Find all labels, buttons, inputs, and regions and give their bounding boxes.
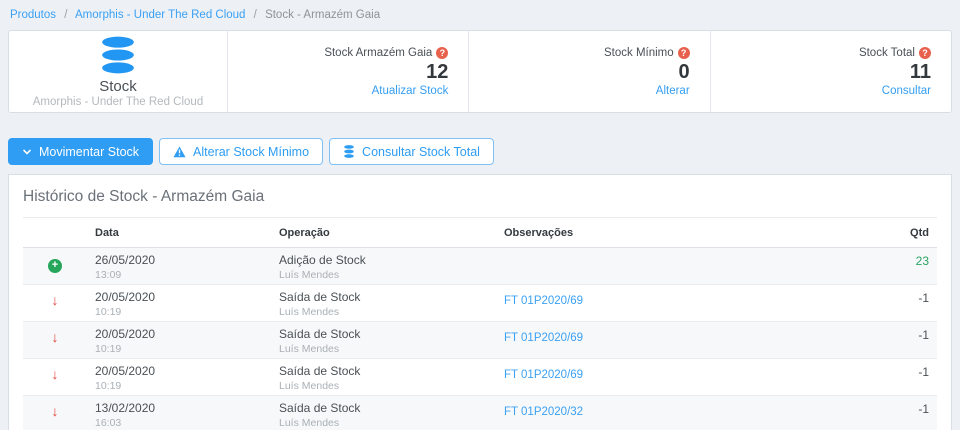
button-label: Alterar Stock Mínimo xyxy=(193,145,309,159)
stat-label: Stock Mínimo ? xyxy=(604,47,690,59)
stat-stock-total: Stock Total ? 11 Consultar xyxy=(710,31,951,112)
consultar-link[interactable]: Consultar xyxy=(882,85,931,97)
row-qty: -1 xyxy=(873,396,937,430)
history-table: Data Operação Observações Qtd + 26/05/20… xyxy=(23,218,937,430)
breadcrumb-separator: / xyxy=(254,9,257,21)
arrow-down-icon: ↓ xyxy=(52,403,59,419)
row-operation: Saída de Stock xyxy=(279,400,488,415)
row-time: 10:19 xyxy=(95,343,263,355)
history-panel: Histórico de Stock - Armazém Gaia Data O… xyxy=(8,174,952,430)
stat-value: 11 xyxy=(910,60,931,84)
product-subtitle: Amorphis - Under The Red Cloud xyxy=(33,96,203,108)
row-date: 20/05/2020 xyxy=(95,363,263,378)
breadcrumb-separator: / xyxy=(64,9,67,21)
column-header-data: Data xyxy=(87,218,271,248)
help-icon[interactable]: ? xyxy=(436,47,448,59)
breadcrumb: Produtos / Amorphis - Under The Red Clou… xyxy=(0,0,960,30)
arrow-down-icon: ↓ xyxy=(52,366,59,382)
table-row: ↓ 20/05/2020 10:19 Saída de Stock Luís M… xyxy=(23,359,937,396)
arrow-down-icon: ↓ xyxy=(52,292,59,308)
row-user: Luís Mendes xyxy=(279,306,488,318)
row-observation-link[interactable]: FT 01P2020/69 xyxy=(504,369,583,381)
row-time: 13:09 xyxy=(95,269,263,281)
row-observation-link[interactable]: FT 01P2020/32 xyxy=(504,406,583,418)
movimentar-stock-button[interactable]: Movimentar Stock xyxy=(8,138,153,165)
row-operation: Saída de Stock xyxy=(279,289,488,304)
row-date: 26/05/2020 xyxy=(95,252,263,267)
plus-circle-icon: + xyxy=(48,259,62,273)
row-observation-link[interactable]: FT 01P2020/69 xyxy=(504,295,583,307)
row-operation: Adição de Stock xyxy=(279,252,488,267)
stat-label-text: Stock Armazém Gaia xyxy=(324,47,432,59)
row-operation: Saída de Stock xyxy=(279,363,488,378)
table-row: ↓ 20/05/2020 10:19 Saída de Stock Luís M… xyxy=(23,322,937,359)
chevron-down-icon xyxy=(22,147,32,157)
stat-label: Stock Armazém Gaia ? xyxy=(324,47,448,59)
row-user: Luís Mendes xyxy=(279,417,488,429)
product-title: Stock xyxy=(99,78,137,95)
row-time: 16:03 xyxy=(95,417,263,429)
column-header-icon xyxy=(23,218,87,248)
alterar-stock-minimo-button[interactable]: Alterar Stock Mínimo xyxy=(159,138,323,165)
database-icon xyxy=(98,36,138,74)
breadcrumb-link-product[interactable]: Amorphis - Under The Red Cloud xyxy=(75,9,245,21)
row-user: Luís Mendes xyxy=(279,343,488,355)
row-qty: -1 xyxy=(873,322,937,359)
history-title: Histórico de Stock - Armazém Gaia xyxy=(23,188,937,206)
breadcrumb-current: Stock - Armazém Gaia xyxy=(265,9,380,21)
row-date: 13/02/2020 xyxy=(95,400,263,415)
row-time: 10:19 xyxy=(95,306,263,318)
warning-icon xyxy=(173,146,186,158)
stat-label-text: Stock Total xyxy=(859,47,915,59)
database-icon xyxy=(343,145,355,158)
stat-stock-minimo: Stock Mínimo ? 0 Alterar xyxy=(468,31,709,112)
row-qty: -1 xyxy=(873,285,937,322)
stock-summary-card: Stock Amorphis - Under The Red Cloud Sto… xyxy=(8,30,952,113)
breadcrumb-link-produtos[interactable]: Produtos xyxy=(10,9,56,21)
stat-label-text: Stock Mínimo xyxy=(604,47,674,59)
table-row: + 26/05/2020 13:09 Adição de Stock Luís … xyxy=(23,248,937,285)
stat-stock-armazem-gaia: Stock Armazém Gaia ? 12 Atualizar Stock xyxy=(227,31,468,112)
consultar-stock-total-button[interactable]: Consultar Stock Total xyxy=(329,138,494,165)
stat-value: 0 xyxy=(679,60,690,84)
button-label: Consultar Stock Total xyxy=(362,145,480,159)
row-operation: Saída de Stock xyxy=(279,326,488,341)
help-icon[interactable]: ? xyxy=(678,47,690,59)
stat-value: 12 xyxy=(426,60,448,84)
table-header-row: Data Operação Observações Qtd xyxy=(23,218,937,248)
history-table-body: + 26/05/2020 13:09 Adição de Stock Luís … xyxy=(23,248,937,430)
table-row: ↓ 13/02/2020 16:03 Saída de Stock Luís M… xyxy=(23,396,937,430)
row-date: 20/05/2020 xyxy=(95,289,263,304)
arrow-down-icon: ↓ xyxy=(52,329,59,345)
row-qty: 23 xyxy=(873,248,937,285)
button-label: Movimentar Stock xyxy=(39,145,139,159)
atualizar-stock-link[interactable]: Atualizar Stock xyxy=(372,85,449,97)
help-icon[interactable]: ? xyxy=(919,47,931,59)
toolbar: Movimentar Stock Alterar Stock Mínimo Co… xyxy=(8,138,952,165)
row-observation-link[interactable]: FT 01P2020/69 xyxy=(504,332,583,344)
column-header-qtd: Qtd xyxy=(873,218,937,248)
row-user: Luís Mendes xyxy=(279,269,488,281)
row-qty: -1 xyxy=(873,359,937,396)
row-time: 10:19 xyxy=(95,380,263,392)
row-date: 20/05/2020 xyxy=(95,326,263,341)
alterar-link[interactable]: Alterar xyxy=(656,85,690,97)
product-block: Stock Amorphis - Under The Red Cloud xyxy=(9,31,227,112)
row-user: Luís Mendes xyxy=(279,380,488,392)
stat-label: Stock Total ? xyxy=(859,47,931,59)
table-row: ↓ 20/05/2020 10:19 Saída de Stock Luís M… xyxy=(23,285,937,322)
column-header-observacoes: Observações xyxy=(496,218,873,248)
column-header-operacao: Operação xyxy=(271,218,496,248)
